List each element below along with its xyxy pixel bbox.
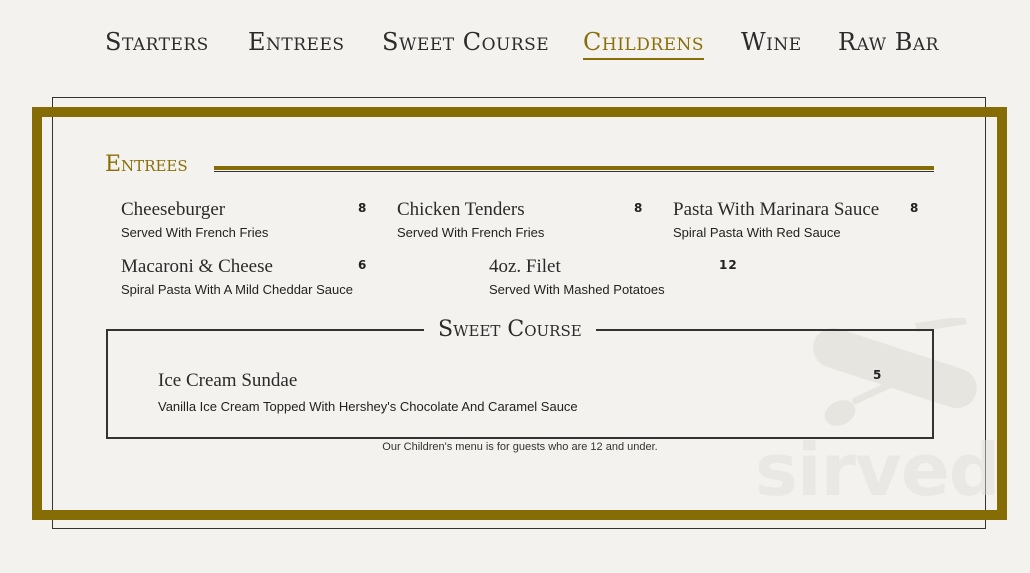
menu-footnote: Our Children's menu is for guests who ar… <box>382 441 658 453</box>
menu-item: Cheeseburger Served With French Fries <box>121 199 268 240</box>
tab-childrens[interactable]: Childrens <box>583 28 705 60</box>
section-title-entrees: Entrees <box>105 152 188 177</box>
item-name: Ice Cream Sundae <box>158 370 298 391</box>
item-description: Vanilla Ice Cream Topped With Hershey's … <box>158 399 578 414</box>
item-description: Served With Mashed Potatoes <box>489 282 665 297</box>
item-name: Chicken Tenders <box>397 199 525 220</box>
item-description: Spiral Pasta With Red Sauce <box>673 225 841 240</box>
item-price: 12 <box>719 258 738 272</box>
menu-item: 4oz. Filet Served With Mashed Potatoes <box>489 256 665 297</box>
item-price: 8 <box>634 201 644 215</box>
item-price: 8 <box>358 201 368 215</box>
item-price: 8 <box>910 201 920 215</box>
item-name: Macaroni & Cheese <box>121 256 273 277</box>
section-divider <box>214 166 934 170</box>
menu-item: Ice Cream Sundae Vanilla Ice Cream Toppe… <box>158 370 578 414</box>
item-name: 4oz. Filet <box>489 256 561 277</box>
item-price: 5 <box>873 368 883 382</box>
tab-raw-bar[interactable]: Raw Bar <box>838 28 939 56</box>
item-price: 6 <box>358 258 368 272</box>
tab-wine[interactable]: Wine <box>741 28 802 56</box>
item-description: Served With French Fries <box>121 225 269 240</box>
menu-category-nav: Starters Entrees Sweet Course Childrens … <box>0 28 1030 64</box>
item-name: Pasta With Marinara Sauce <box>673 199 880 220</box>
item-name: Cheeseburger <box>121 199 226 220</box>
menu-item: Chicken Tenders Served With French Fries <box>397 199 544 240</box>
menu-item: Pasta With Marinara Sauce Spiral Pasta W… <box>673 199 879 240</box>
section-title-sweet-course: Sweet Course <box>424 317 596 342</box>
tab-starters[interactable]: Starters <box>105 28 209 56</box>
tab-sweet-course[interactable]: Sweet Course <box>382 28 549 56</box>
item-description: Served With French Fries <box>397 225 545 240</box>
item-description: Spiral Pasta With A Mild Cheddar Sauce <box>121 282 353 297</box>
section-divider-thin <box>214 171 934 172</box>
tab-entrees[interactable]: Entrees <box>248 28 345 56</box>
menu-item: Macaroni & Cheese Spiral Pasta With A Mi… <box>121 256 353 297</box>
